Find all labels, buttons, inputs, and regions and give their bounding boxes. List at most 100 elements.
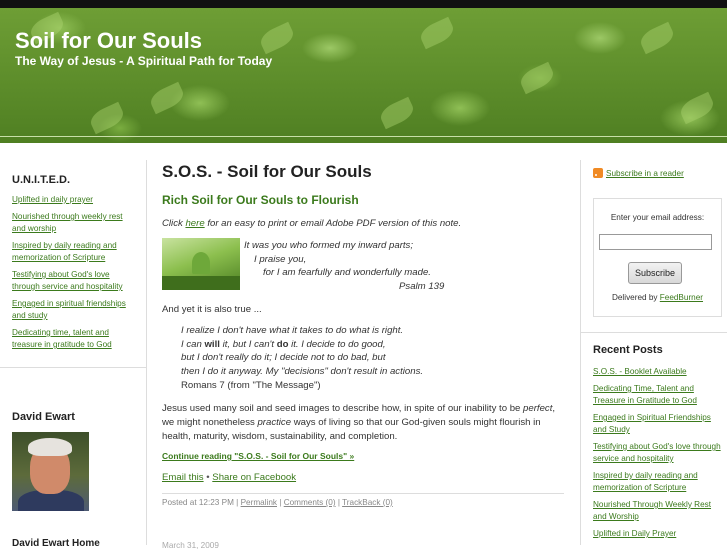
leaf-decoration <box>637 21 677 55</box>
pdf-note-prefix: Click <box>162 218 186 229</box>
list-item: Nourished Through Weekly Rest and Worshi… <box>593 499 721 523</box>
united-link-inspired[interactable]: Inspired by daily reading and memorizati… <box>12 241 117 262</box>
para-text: Jesus used many soil and seed images to … <box>162 403 524 414</box>
recent-post-link[interactable]: Dedicating Time, Talent and Treasure in … <box>593 384 697 405</box>
post-divider <box>162 493 564 494</box>
psalm-line: I praise you, <box>254 253 307 265</box>
united-link-testifying[interactable]: Testifying about God's love through serv… <box>12 270 123 291</box>
share-facebook-link[interactable]: Share on Facebook <box>212 472 296 483</box>
pdf-link[interactable]: here <box>185 218 204 229</box>
united-link-dedicating[interactable]: Dedicating time, talent and treasure in … <box>12 328 112 349</box>
recent-post-link[interactable]: Nourished Through Weekly Rest and Worshi… <box>593 500 711 521</box>
next-post-date: March 31, 2009 <box>162 541 219 550</box>
united-link-nourished[interactable]: Nourished through weekly rest and worshi… <box>12 212 123 233</box>
pdf-note: Click here for an easy to print or email… <box>162 217 461 231</box>
para-emphasis: perfect <box>523 403 553 414</box>
permalink-link[interactable]: Permalink <box>241 498 277 507</box>
left-sidebar: U.N.I.T.E.D. Uplifted in daily prayer No… <box>0 160 147 549</box>
united-heading: U.N.I.T.E.D. <box>12 174 71 186</box>
banner-rule <box>0 136 727 137</box>
email-label: Enter your email address: <box>610 213 705 222</box>
avatar-hair <box>28 438 72 456</box>
list-item: Dedicating Time, Talent and Treasure in … <box>593 383 721 407</box>
rss-icon[interactable] <box>593 168 603 178</box>
sidebar-divider <box>0 367 146 368</box>
romans-quote: I realize I don't have what it takes to … <box>181 324 423 392</box>
delivered-by: Delivered by FeedBurner <box>594 293 721 302</box>
leaf-decoration <box>417 16 457 50</box>
share-separator: • <box>206 472 210 483</box>
meta-separator: | <box>277 498 284 507</box>
author-home-heading: David Ewart Home <box>12 538 100 549</box>
quote-emphasis: will <box>204 338 220 350</box>
leaf-decoration <box>677 91 717 125</box>
quote-line: but I don't really do it; I decide not t… <box>181 352 386 364</box>
united-link-uplifted[interactable]: Uplifted in daily prayer <box>12 195 93 204</box>
recent-posts-heading: Recent Posts <box>593 344 663 356</box>
psalm-line: for I am fearfully and wonderfully made. <box>263 267 431 278</box>
quote-line: then I do it anyway. My "decisions" don'… <box>181 366 424 378</box>
jesus-paragraph: Jesus used many soil and seed images to … <box>162 402 562 444</box>
trackback-link[interactable]: TrackBack (0) <box>342 498 393 507</box>
leaf-decoration <box>87 101 127 135</box>
continue-reading-link[interactable]: Continue reading "S.O.S. - Soil for Our … <box>162 451 354 461</box>
recent-post-link[interactable]: S.O.S. - Booklet Available <box>593 367 687 376</box>
list-item: Uplifted in Daily Prayer <box>593 528 721 540</box>
psalm-quote: It was you who formed my inward parts; I… <box>244 239 444 293</box>
quote-text: I can <box>181 338 205 350</box>
quote-line: I realize I don't have what it takes to … <box>181 325 404 336</box>
email-field[interactable] <box>599 234 712 250</box>
recent-post-link[interactable]: Testifying about God's love through serv… <box>593 442 721 463</box>
quote-text: it, but I can't <box>219 338 277 350</box>
site-title[interactable]: Soil for Our Souls <box>15 28 202 54</box>
leaf-decoration <box>377 96 417 130</box>
email-this-link[interactable]: Email this <box>162 472 204 483</box>
sprout-photo <box>162 238 240 290</box>
list-item: Engaged in spiritual friendships and stu… <box>12 298 136 322</box>
list-item: Testifying about God's love through serv… <box>593 441 721 465</box>
posted-at: Posted at 12:23 PM | <box>162 498 241 507</box>
list-item: Nourished through weekly rest and worshi… <box>12 211 136 235</box>
recent-post-link[interactable]: Uplifted in Daily Prayer <box>593 529 676 538</box>
feedburner-link[interactable]: FeedBurner <box>660 293 703 302</box>
list-item: Dedicating time, talent and treasure in … <box>12 327 136 351</box>
pdf-note-suffix: for an easy to print or email Adobe PDF … <box>204 218 462 229</box>
photo-sprout <box>192 252 210 274</box>
psalm-line: It was you who formed my inward parts; <box>244 240 414 251</box>
leaf-decoration <box>257 21 297 55</box>
list-item: Testifying about God's love through serv… <box>12 269 136 293</box>
para-emphasis: practice <box>257 417 292 428</box>
leaf-decoration <box>147 81 187 115</box>
list-item: S.O.S. - Booklet Available <box>593 366 721 378</box>
right-sidebar: Subscribe in a reader Enter your email a… <box>580 160 727 545</box>
post-title: S.O.S. - Soil for Our Souls <box>162 162 372 181</box>
site-tagline: The Way of Jesus - A Spiritual Path for … <box>15 54 273 68</box>
top-bar <box>0 0 727 8</box>
sidebar-divider <box>581 332 727 333</box>
quote-emphasis: do <box>276 338 289 350</box>
email-subscribe-box: Enter your email address: Subscribe Deli… <box>593 198 722 317</box>
header-banner: Soil for Our Souls The Way of Jesus - A … <box>0 8 727 143</box>
quote-line: I can will it, but I can't do it. I deci… <box>181 338 423 352</box>
delivered-prefix: Delivered by <box>611 293 660 302</box>
photo-ground <box>162 276 240 290</box>
list-item: Inspired by daily reading and memorizati… <box>12 240 136 264</box>
leaf-decoration <box>517 61 557 95</box>
author-photo[interactable] <box>12 432 89 511</box>
post-subtitle: Rich Soil for Our Souls to Flourish <box>162 193 359 207</box>
recent-post-link[interactable]: Inspired by daily reading and memorizati… <box>593 471 698 492</box>
united-list: Uplifted in daily prayer Nourished throu… <box>12 194 136 356</box>
psalm-citation: Psalm 139 <box>399 280 445 292</box>
recent-post-link[interactable]: Engaged in Spiritual Friendships and Stu… <box>593 413 711 434</box>
subscribe-reader-link[interactable]: Subscribe in a reader <box>606 169 684 178</box>
list-item: Inspired by daily reading and memorizati… <box>593 470 721 494</box>
author-heading: David Ewart <box>12 411 75 423</box>
comments-link[interactable]: Comments (0) <box>284 498 336 507</box>
united-link-engaged[interactable]: Engaged in spiritual friendships and stu… <box>12 299 126 320</box>
subscribe-button[interactable]: Subscribe <box>628 262 682 284</box>
post-meta: Posted at 12:23 PM | Permalink | Comment… <box>162 498 393 507</box>
list-item: Uplifted in daily prayer <box>12 194 136 206</box>
list-item: Engaged in Spiritual Friendships and Stu… <box>593 412 721 436</box>
recent-posts-list: S.O.S. - Booklet Available Dedicating Ti… <box>593 366 721 545</box>
quote-text: it. I decide to do good, <box>288 338 386 350</box>
